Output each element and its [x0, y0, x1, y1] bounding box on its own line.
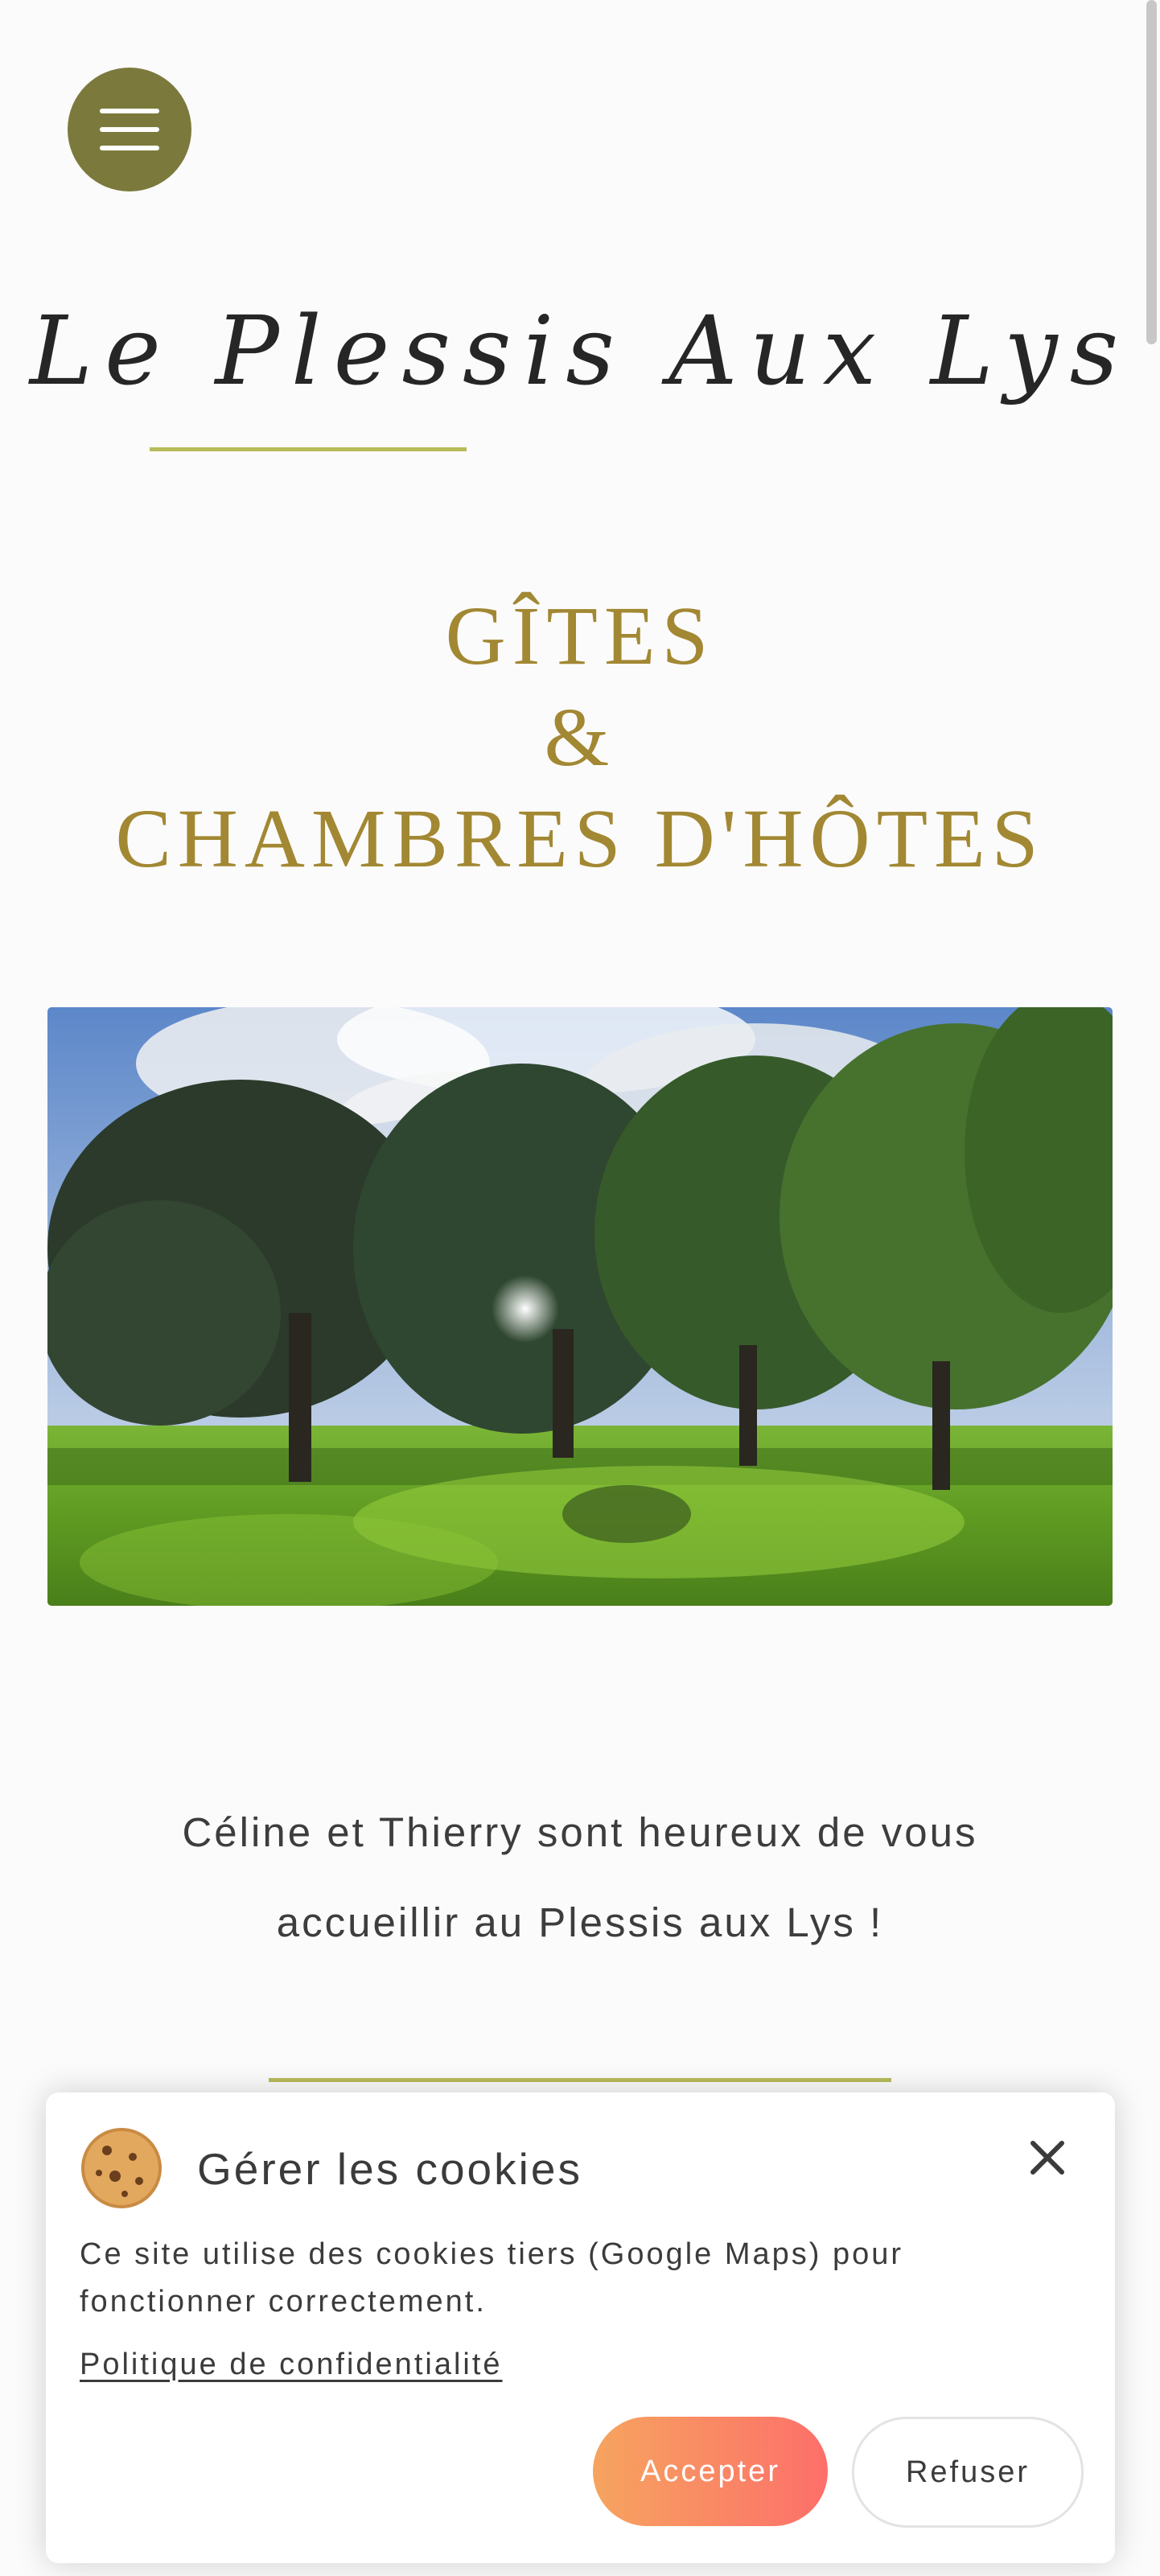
close-icon: [1030, 2141, 1064, 2175]
cookie-description: Ce site utilise des cookies tiers (Googl…: [80, 2237, 904, 2319]
title-underline: [150, 447, 467, 451]
menu-button[interactable]: [68, 68, 191, 191]
hero-heading-line-3: CHAMBRES D'HÔTES: [115, 792, 1045, 885]
hero-heading: GÎTES & CHAMBRES D'HÔTES: [0, 586, 1160, 890]
refuse-cookies-button[interactable]: Refuser: [852, 2417, 1084, 2528]
hamburger-menu-icon: [100, 109, 159, 150]
cookie-banner: Gérer les cookies Ce site utilise des co…: [46, 2092, 1115, 2563]
cookie-banner-title: Gérer les cookies: [197, 2144, 582, 2194]
hero-heading-line-1: GÎTES: [445, 590, 715, 682]
accept-cookies-button[interactable]: Accepter: [593, 2417, 828, 2526]
section-divider: [269, 2078, 891, 2082]
park-trees-photo: [47, 1007, 1113, 1606]
site-title[interactable]: Le Plessis Aux Lys: [0, 286, 1160, 415]
welcome-message: Céline et Thierry sont heureux de vous a…: [182, 1809, 978, 1945]
cookie-icon: [81, 2128, 162, 2208]
close-cookie-banner-button[interactable]: [1019, 2130, 1076, 2186]
hero-photo: [47, 1007, 1113, 1606]
privacy-policy-link[interactable]: Politique de confidentialité: [80, 2342, 503, 2387]
hero-heading-line-2: &: [544, 691, 616, 784]
